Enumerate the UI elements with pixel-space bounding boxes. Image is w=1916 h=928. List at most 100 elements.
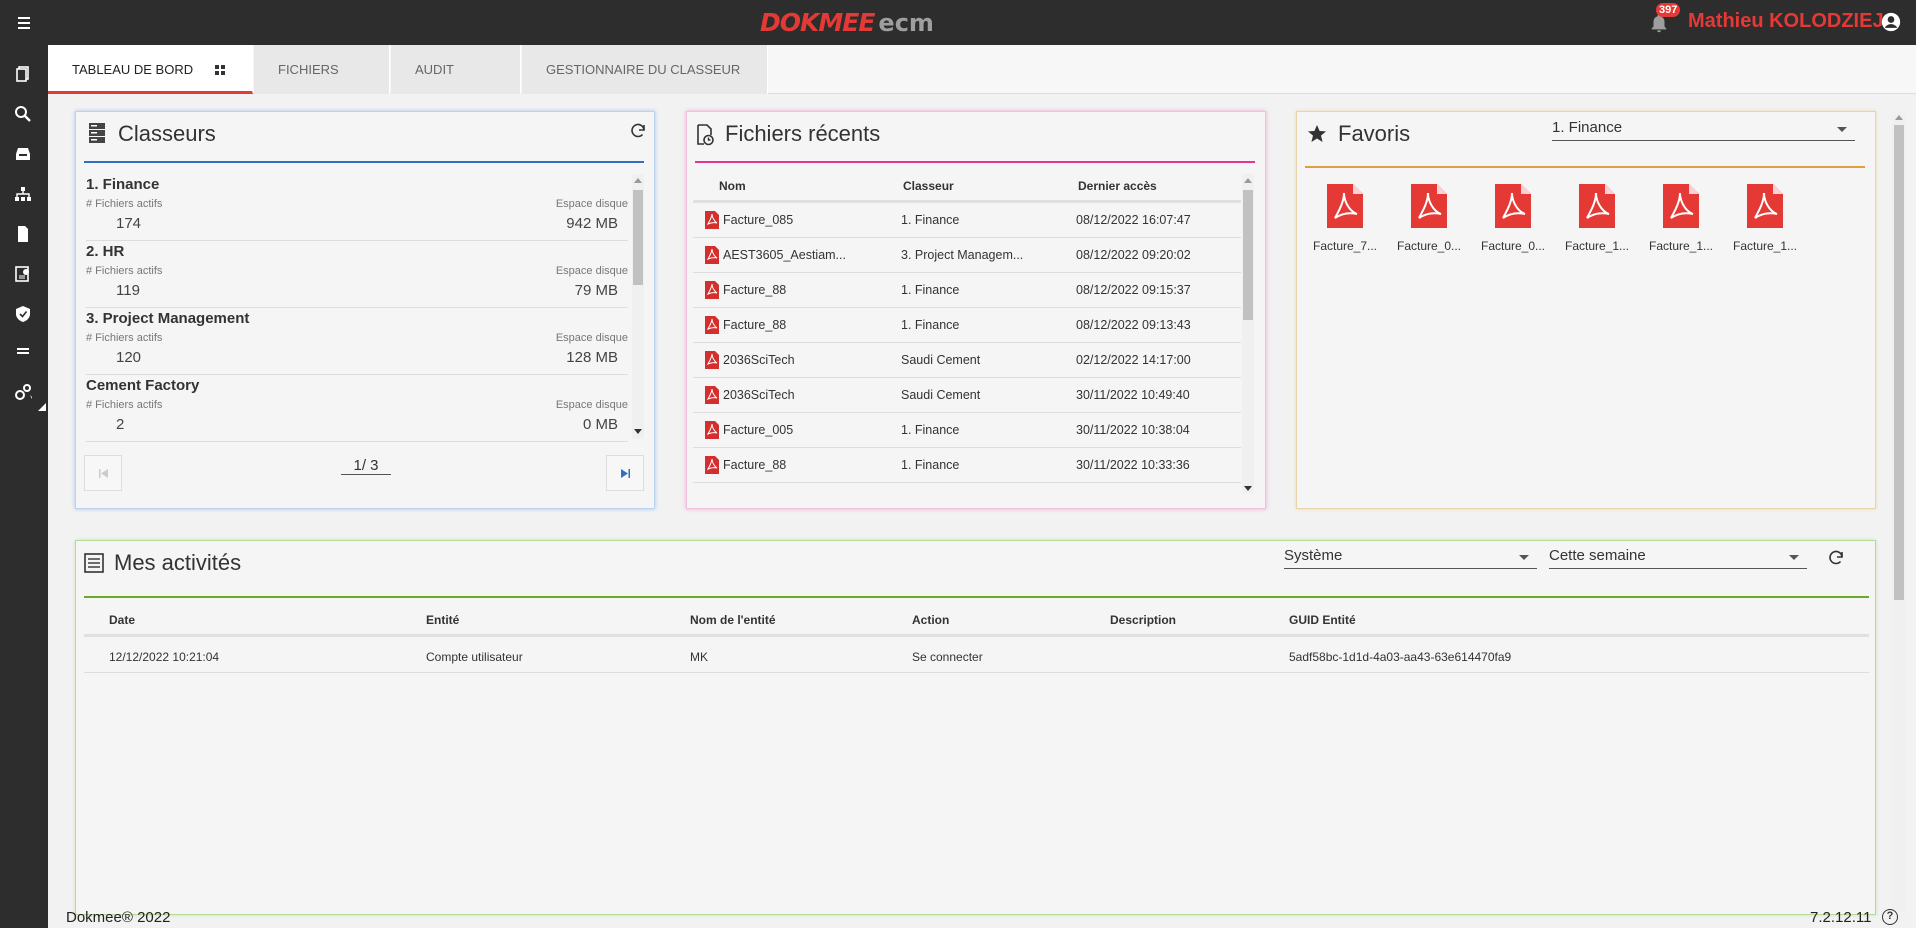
file-name: 2036SciTech <box>723 388 795 402</box>
disk-value: 128 MB <box>566 349 618 366</box>
file-last-access: 08/12/2022 09:13:43 <box>1076 318 1191 332</box>
refresh-icon[interactable] <box>629 122 647 140</box>
disk-label: Espace disque <box>555 265 628 277</box>
pdf-icon <box>705 211 719 229</box>
table-row[interactable]: Facture_88 1. Finance 30/11/2022 10:33:36 <box>693 448 1241 483</box>
favorite-file[interactable]: Facture_7... <box>1310 184 1380 253</box>
favorite-file[interactable]: Facture_1... <box>1646 184 1716 253</box>
user-name[interactable]: Mathieu KOLODZIEJ <box>1688 10 1884 33</box>
files-label: # Fichiers actifs <box>86 399 163 411</box>
user-avatar-icon[interactable] <box>1881 12 1901 32</box>
favorite-file[interactable]: Facture_0... <box>1478 184 1548 253</box>
classeur-item[interactable]: 3. Project Management # Fichiers actifs … <box>86 308 628 375</box>
tab-audit[interactable]: AUDIT <box>391 45 521 94</box>
scroll-down-arrow[interactable] <box>634 429 642 434</box>
version: 7.2.12.11 <box>1810 909 1872 926</box>
classeurs-scrollbar[interactable] <box>632 174 644 439</box>
favorite-file[interactable]: Facture_1... <box>1562 184 1632 253</box>
pdf-file-icon <box>1579 184 1615 228</box>
files-label: # Fichiers actifs <box>86 332 163 344</box>
help-icon[interactable]: ? <box>1882 909 1898 925</box>
selected-activity-type: Système <box>1284 547 1343 564</box>
disk-value: 79 MB <box>574 282 618 299</box>
server-icon <box>89 123 105 143</box>
pdf-file-icon <box>1663 184 1699 228</box>
favorite-label: Facture_0... <box>1480 239 1546 253</box>
page-scrollbar[interactable] <box>1892 111 1906 911</box>
table-row[interactable]: AEST3605_Aestiam... 3. Project Managem...… <box>693 238 1241 273</box>
activity-entity: Compte utilisateur <box>426 650 523 664</box>
shield-icon[interactable] <box>14 305 32 323</box>
list-icon[interactable] <box>14 343 32 361</box>
disk-label: Espace disque <box>555 399 628 411</box>
scroll-thumb[interactable] <box>1894 125 1904 600</box>
classeur-item[interactable]: 2. HR # Fichiers actifs Espace disque 11… <box>86 241 628 308</box>
hierarchy-icon[interactable] <box>14 185 32 203</box>
document-icon[interactable] <box>14 225 32 243</box>
next-page-button[interactable] <box>606 455 644 491</box>
column-header-last-access[interactable]: Dernier accès <box>1078 179 1157 193</box>
recent-files-title: Fichiers récents <box>725 121 881 146</box>
inbox-icon[interactable] <box>14 145 32 163</box>
scroll-up-arrow[interactable] <box>634 178 642 183</box>
classeurs-rule <box>84 161 644 163</box>
scroll-up-arrow[interactable] <box>1244 178 1252 183</box>
scroll-thumb[interactable] <box>633 190 643 285</box>
chevron-down-icon <box>1519 555 1529 560</box>
file-name: Facture_005 <box>723 423 794 437</box>
file-last-access: 08/12/2022 16:07:47 <box>1076 213 1191 227</box>
table-row[interactable]: 2036SciTech Saudi Cement 30/11/2022 10:49:… <box>693 378 1241 413</box>
column-header-entity[interactable]: Entité <box>426 613 459 627</box>
column-header-entity-name[interactable]: Nom de l'entité <box>690 613 776 627</box>
files-icon[interactable] <box>14 65 32 83</box>
table-row[interactable]: Facture_88 1. Finance 08/12/2022 09:15:37 <box>693 273 1241 308</box>
settings-document-icon[interactable] <box>14 265 32 283</box>
column-header-date[interactable]: Date <box>109 613 135 627</box>
classeur-name: Cement Factory <box>86 377 200 394</box>
classeur-name: 2. HR <box>86 243 125 260</box>
activity-type-select[interactable]: Système <box>1284 547 1537 569</box>
file-name: 2036SciTech <box>723 353 795 367</box>
tab-filing-manager[interactable]: GESTIONNAIRE DU CLASSEUR <box>522 45 768 94</box>
gears-icon[interactable] <box>14 383 32 401</box>
scroll-down-arrow[interactable] <box>1244 486 1252 491</box>
table-row[interactable]: Facture_005 1. Finance 30/11/2022 10:38:04 <box>693 413 1241 448</box>
tab-dashboard[interactable]: TABLEAU DE BORD <box>48 45 253 94</box>
column-header-classeur[interactable]: Classeur <box>903 179 954 193</box>
table-row[interactable]: 2036SciTech Saudi Cement 02/12/2022 14:17:… <box>693 343 1241 378</box>
table-row[interactable]: 12/12/2022 10:21:04 Compte utilisateur M… <box>84 637 1869 673</box>
disk-value: 0 MB <box>582 416 618 433</box>
file-name: Facture_88 <box>723 283 787 297</box>
column-header-description[interactable]: Description <box>1110 613 1176 627</box>
favorite-label: Facture_7... <box>1312 239 1378 253</box>
pdf-file-icon <box>1495 184 1531 228</box>
refresh-icon[interactable] <box>1827 549 1845 567</box>
favorite-file[interactable]: Facture_0... <box>1394 184 1464 253</box>
scroll-up-arrow[interactable] <box>1895 115 1903 120</box>
activity-period-select[interactable]: Cette semaine <box>1549 547 1807 569</box>
file-last-access: 08/12/2022 09:20:02 <box>1076 248 1191 262</box>
menu-icon[interactable] <box>15 14 33 30</box>
column-header-guid[interactable]: GUID Entité <box>1289 613 1356 627</box>
table-row[interactable]: Facture_085 1. Finance 08/12/2022 16:07:47 <box>693 203 1241 238</box>
disk-value: 942 MB <box>566 215 618 232</box>
classeur-item[interactable]: 1. Finance # Fichiers actifs Espace disq… <box>86 174 628 241</box>
copyright: Dokmee® 2022 <box>66 909 171 926</box>
recent-files-scrollbar[interactable] <box>1242 174 1254 494</box>
column-header-action[interactable]: Action <box>912 613 949 627</box>
classeur-item[interactable]: Cement Factory # Fichiers actifs Espace … <box>86 375 628 442</box>
favorite-file[interactable]: Facture_1... <box>1730 184 1800 253</box>
table-row[interactable]: Facture_88 1. Finance 08/12/2022 09:13:43 <box>693 308 1241 343</box>
favorites-classeur-select[interactable]: 1. Finance <box>1552 119 1855 141</box>
first-page-icon <box>99 469 108 478</box>
activities-panel: Mes activités Système Cette semaine Date… <box>75 540 1876 915</box>
recent-file-icon <box>697 124 714 146</box>
tab-files[interactable]: FICHIERS <box>254 45 390 94</box>
file-classeur: 1. Finance <box>901 423 960 437</box>
expand-corner-icon[interactable] <box>38 403 46 411</box>
search-icon[interactable] <box>14 105 32 123</box>
scroll-thumb[interactable] <box>1243 190 1253 320</box>
prev-page-button[interactable] <box>84 455 122 491</box>
column-header-name[interactable]: Nom <box>719 179 746 193</box>
file-classeur: 3. Project Managem... <box>901 248 1024 262</box>
